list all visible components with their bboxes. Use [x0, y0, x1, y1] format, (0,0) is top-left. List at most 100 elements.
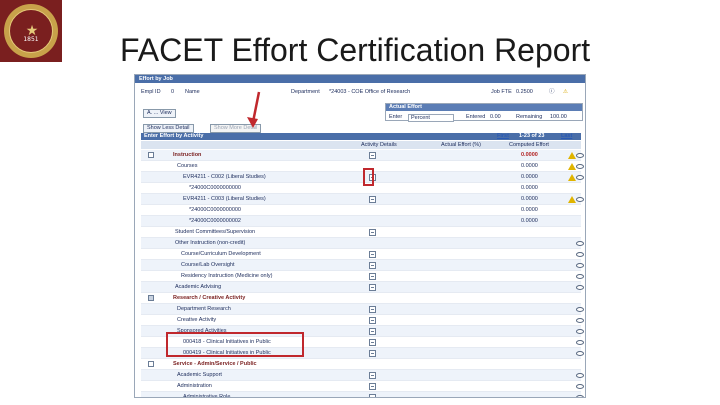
department-value: *24003 - COE Office of Research [329, 89, 411, 95]
job-fte-label: Job FTE [491, 89, 512, 95]
comment-icon[interactable] [576, 175, 584, 180]
comment-icon[interactable] [576, 252, 584, 257]
col-activity-details: Activity Details [361, 142, 397, 148]
actual-effort-header: Actual Effort [386, 104, 582, 111]
slide-title: FACET Effort Certification Report [120, 32, 591, 68]
activity-details-icon[interactable] [369, 383, 376, 390]
actual-effort-panel: Actual Effort Enter Percent Entered 0.00… [385, 103, 583, 122]
activity-details-icon[interactable] [369, 350, 376, 357]
activity-label: EVR4211 - C003 (Liberal Studies) [183, 196, 266, 202]
computed-effort-value: 0.0000 [521, 174, 538, 180]
warning-icon: ⚠ [563, 89, 568, 95]
activity-label: Courses [177, 163, 198, 169]
seal-year: 1851 [23, 36, 39, 43]
comment-icon[interactable] [576, 197, 584, 202]
activity-details-icon[interactable] [369, 229, 376, 236]
pager-first[interactable]: First [497, 133, 509, 140]
comment-icon[interactable] [576, 285, 584, 290]
pager-last[interactable]: Last [561, 133, 572, 140]
activity-label: Residency Instruction (Medicine only) [181, 273, 273, 279]
activity-details-icon[interactable] [369, 273, 376, 280]
name-label: Name [185, 89, 200, 95]
activity-row: Creative Activity [141, 315, 584, 326]
activity-label: *24000C0000000000 [189, 185, 241, 191]
activity-label: Other Instruction (non-credit) [175, 240, 246, 246]
comment-icon[interactable] [576, 351, 584, 356]
activity-label: Course/Lab Oversight [181, 262, 235, 268]
activity-row: Administration [141, 381, 584, 392]
emplid-value: 0 [171, 89, 175, 95]
comment-icon[interactable] [576, 307, 584, 312]
activity-details-icon[interactable] [369, 262, 376, 269]
comment-icon[interactable] [576, 373, 584, 378]
enter-mode-select[interactable]: Percent [408, 114, 454, 122]
comment-icon[interactable] [576, 241, 584, 246]
computed-effort-value: 0.0000 [521, 152, 538, 158]
remaining-label: Remaining [516, 114, 543, 120]
activity-label: EVR4211 - C002 (Liberal Studies) [183, 174, 266, 180]
job-info-row: Empl ID 0 Name Department *24003 - COE O… [141, 88, 581, 96]
fill-view-button[interactable]: A. ... View [143, 109, 176, 118]
activity-label: Academic Advising [175, 284, 222, 290]
comment-icon[interactable] [576, 164, 584, 169]
activity-label: Creative Activity [177, 317, 217, 323]
info-icon[interactable]: ⓘ [549, 88, 555, 96]
activity-row: Service - Admin/Service / Public [141, 359, 581, 370]
comment-icon[interactable] [576, 153, 584, 158]
activity-row: Academic Advising [141, 282, 584, 293]
activity-details-icon[interactable] [369, 196, 376, 203]
activity-details-icon[interactable] [369, 317, 376, 324]
activity-row: Department Research [141, 304, 584, 315]
activity-details-icon[interactable] [369, 339, 376, 346]
warning-icon [568, 174, 576, 181]
activity-label: Research / Creative Activity [173, 295, 246, 301]
activity-label: Course/Curriculum Development [181, 251, 261, 257]
comment-icon[interactable] [576, 274, 584, 279]
activity-label: Department Research [177, 306, 231, 312]
expand-toggle-icon[interactable] [148, 295, 154, 301]
activity-row: Research / Creative Activity [141, 293, 581, 304]
expand-toggle-icon[interactable] [148, 152, 154, 158]
effort-grid-header: Enter Effort by Activity First 1-23 of 2… [141, 133, 581, 140]
activity-row: *24000C0000000002 0.0000 [141, 216, 581, 227]
activity-row: Student Committees/Supervision [141, 227, 581, 238]
computed-effort-value: 0.0000 [521, 207, 538, 213]
window-title: Effort by Job [135, 75, 585, 83]
activity-details-icon[interactable] [369, 251, 376, 258]
comment-icon[interactable] [576, 329, 584, 334]
warning-icon [568, 196, 576, 203]
comment-icon[interactable] [576, 263, 584, 268]
red-arrow-icon [247, 91, 261, 128]
activity-row: Residency Instruction (Medicine only) [141, 271, 584, 282]
fsu-seal-logo: ★ 1851 [0, 0, 62, 62]
comment-icon[interactable] [576, 318, 584, 323]
comment-icon[interactable] [576, 384, 584, 389]
activity-details-icon[interactable] [369, 284, 376, 291]
effort-grid-columns: Activity Details Actual Effort (%) Compu… [141, 141, 581, 149]
activity-row: EVR4211 - C003 (Liberal Studies) 0.0000 [141, 194, 584, 205]
grid-title: Enter Effort by Activity [144, 133, 204, 139]
entered-label: Entered [466, 114, 486, 120]
pager-range: 1-23 of 23 [519, 133, 545, 139]
show-less-detail-button[interactable]: Show Less Detail [143, 124, 194, 133]
activity-details-icon[interactable] [369, 328, 376, 335]
activity-label: Service - Admin/Service / Public [173, 361, 257, 367]
activity-row: Academic Support [141, 370, 584, 381]
activity-details-icon[interactable] [369, 152, 376, 159]
comment-icon[interactable] [576, 395, 584, 397]
activity-details-icon[interactable] [369, 394, 376, 397]
activity-label: Academic Support [177, 372, 222, 378]
computed-effort-value: 0.0000 [521, 185, 538, 191]
activity-details-icon[interactable] [369, 306, 376, 313]
emplid-label: Empl ID [141, 89, 161, 95]
activity-row: Course/Lab Oversight [141, 260, 584, 271]
warning-icon [568, 163, 576, 170]
activity-details-icon[interactable] [369, 372, 376, 379]
activity-row: Instruction 0.0000 [141, 150, 584, 161]
activity-label: Administration [177, 383, 212, 389]
computed-effort-value: 0.0000 [521, 218, 538, 224]
expand-toggle-icon[interactable] [148, 361, 154, 367]
comment-icon[interactable] [576, 340, 584, 345]
enter-label: Enter [389, 114, 403, 120]
entered-value: 0.00 [490, 114, 501, 120]
